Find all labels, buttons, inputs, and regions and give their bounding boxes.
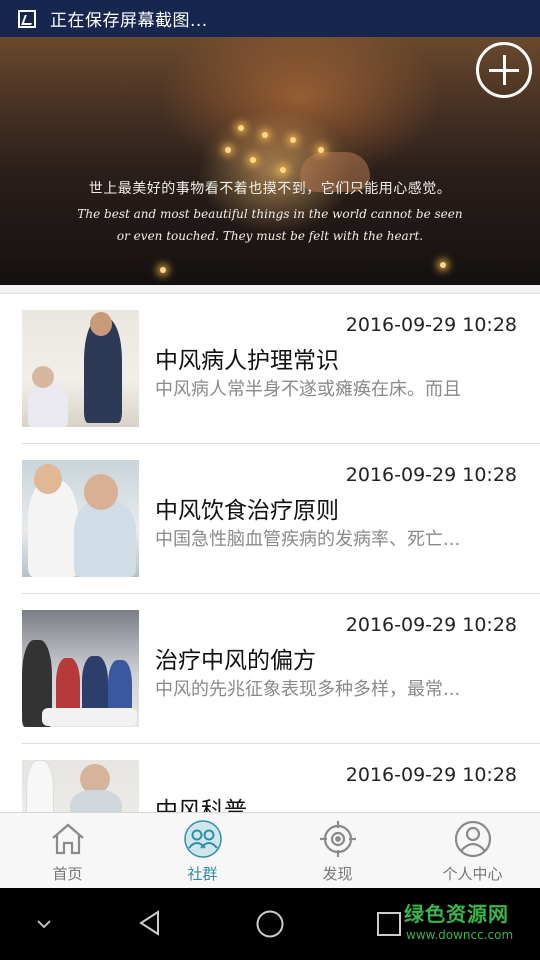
elderly-head (84, 474, 118, 510)
patient-figure (70, 790, 122, 812)
watermark-text: 绿色资源网 (404, 902, 509, 926)
tab-community[interactable]: 社群 (135, 813, 270, 889)
article-thumbnail (22, 610, 139, 727)
doctor-figure (26, 760, 54, 812)
profile-icon (453, 819, 493, 859)
tab-label: 首页 (52, 865, 83, 883)
watermark-url: www.downcc.com (406, 928, 514, 942)
article-item[interactable]: 2016-09-29 10:28 中风科普 (22, 744, 540, 812)
bottom-tab-bar: 首页 社群 发现 个人中心 (0, 812, 540, 889)
banner-quote-chinese: 世上最美好的事物看不着也摸不到，它们只能用心感觉。 (88, 181, 452, 197)
elderly-figure (74, 500, 136, 577)
screenshot-icon (18, 9, 36, 28)
banner-light (250, 157, 256, 163)
article-date: 2016-09-29 10:28 (345, 764, 517, 786)
article-date: 2016-09-29 10:28 (345, 314, 517, 336)
banner-light (225, 147, 231, 153)
banner-image: 世上最美好的事物看不着也摸不到，它们只能用心感觉。 The best and m… (0, 37, 540, 285)
tab-profile[interactable]: 个人中心 (405, 813, 540, 889)
banner-quote-english-line2: or even touched. They must be felt with … (116, 229, 424, 243)
nurse-figure (28, 480, 78, 577)
patient-head (32, 366, 54, 388)
article-item[interactable]: 2016-09-29 10:28 治疗中风的偏方 中风的先兆征象表现多种多样，最… (22, 594, 540, 744)
banner-light (262, 132, 268, 138)
system-nav-bar: 绿色资源网 www.downcc.com (0, 888, 540, 960)
article-item[interactable]: 2016-09-29 10:28 中风病人护理常识 中风病人常半身不遂或瘫痪在床… (22, 294, 540, 444)
exhibit-table (42, 708, 137, 726)
banner-divider (0, 285, 540, 294)
tab-label: 社群 (187, 865, 218, 883)
nurse-head (34, 464, 62, 494)
recents-icon[interactable] (376, 911, 402, 937)
article-date: 2016-09-29 10:28 (345, 614, 517, 636)
article-summary: 中风病人常半身不遂或瘫痪在床。而且 (155, 379, 461, 400)
banner-light (318, 147, 324, 153)
banner-light (290, 137, 296, 143)
chevron-down-icon[interactable] (36, 918, 52, 930)
add-button[interactable] (476, 42, 532, 98)
article-thumbnail (22, 460, 139, 577)
tab-label: 发现 (322, 865, 353, 883)
status-bar: 正在保存屏幕截图... (0, 0, 540, 37)
article-date: 2016-09-29 10:28 (345, 464, 517, 486)
article-summary: 中国急性脑血管疾病的发病率、死亡... (155, 529, 461, 550)
banner-light (440, 262, 446, 268)
tab-home[interactable]: 首页 (0, 813, 135, 889)
tab-discover[interactable]: 发现 (270, 813, 405, 889)
article-item[interactable]: 2016-09-29 10:28 中风饮食治疗原则 中国急性脑血管疾病的发病率、… (22, 444, 540, 594)
banner-quote-english-line1: The best and most beautiful things in th… (77, 207, 463, 221)
banner-light (280, 167, 286, 173)
status-text: 正在保存屏幕截图... (50, 11, 208, 31)
article-thumbnail (22, 310, 139, 427)
article-summary: 中风的先兆征象表现多种多样，最常... (155, 679, 461, 700)
banner-light (160, 267, 166, 273)
banner-light (238, 125, 244, 131)
back-icon[interactable] (136, 909, 164, 937)
tab-label: 个人中心 (442, 865, 503, 883)
article-title[interactable]: 中风病人护理常识 (155, 341, 339, 375)
article-list[interactable]: 2016-09-29 10:28 中风病人护理常识 中风病人常半身不遂或瘫痪在床… (0, 294, 540, 812)
article-thumbnail (22, 760, 139, 812)
patient-figure (28, 382, 68, 427)
home-icon (48, 819, 88, 859)
discover-target-icon (318, 819, 358, 859)
article-title[interactable]: 治疗中风的偏方 (155, 641, 316, 675)
caregiver-head (90, 312, 112, 336)
community-icon (183, 819, 223, 859)
article-title[interactable]: 中风科普 (155, 791, 247, 812)
article-title[interactable]: 中风饮食治疗原则 (155, 491, 339, 525)
home-circle-icon[interactable] (255, 909, 285, 939)
